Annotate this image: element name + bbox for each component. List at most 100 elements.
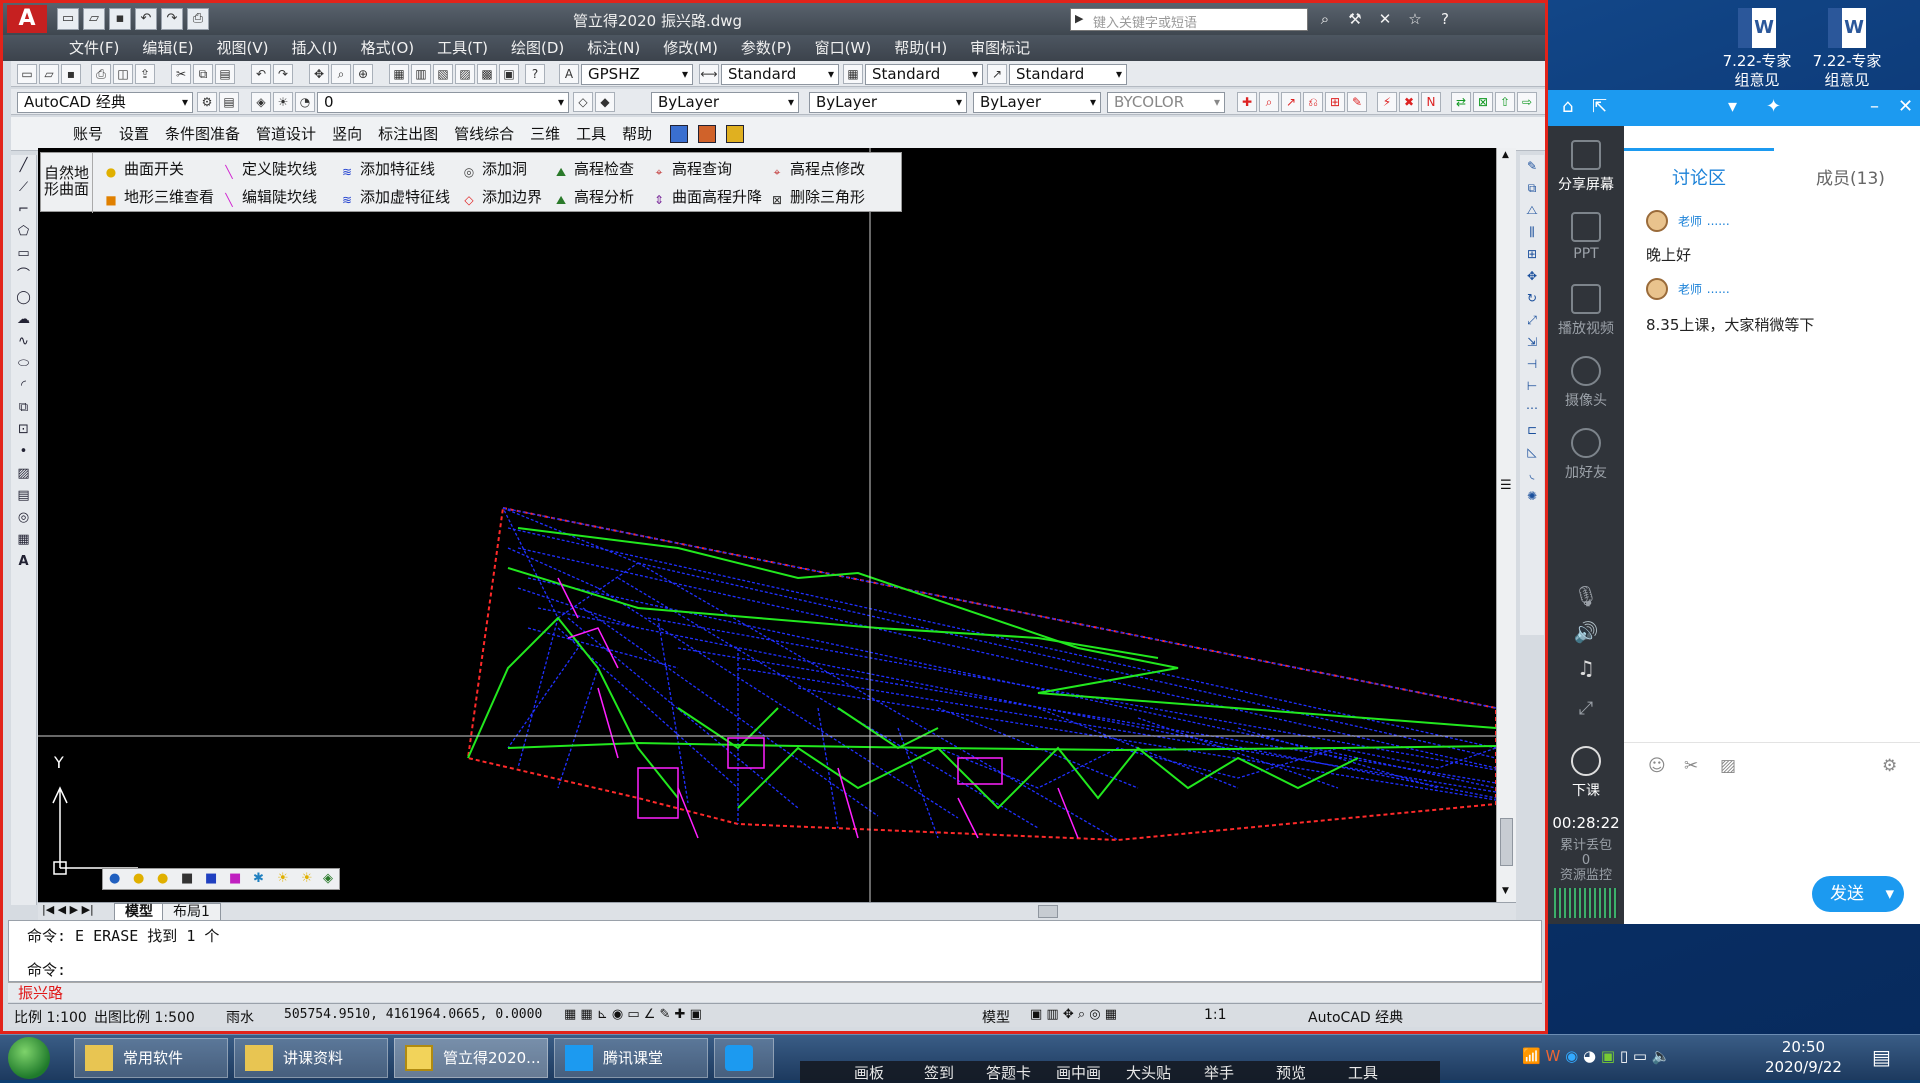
toolpalette-icon[interactable]: ▧ — [433, 64, 453, 84]
split-icon[interactable]: ☰ — [1500, 478, 1512, 493]
palette-button[interactable]: ⌖ 高程点修改 — [769, 155, 865, 183]
plugin-icon[interactable] — [670, 125, 689, 143]
table-icon[interactable]: ▦ — [11, 529, 36, 551]
image-icon[interactable]: ▨ — [1720, 756, 1736, 776]
horizontal-scroll-thumb[interactable] — [1038, 905, 1058, 918]
table-style-icon[interactable]: ▦ — [843, 64, 863, 84]
command-prompt[interactable]: 命令: — [27, 959, 66, 980]
scale-icon[interactable]: ⤢ — [1520, 309, 1544, 331]
wps-icon[interactable]: W — [1545, 1047, 1560, 1065]
command-window[interactable]: 命令: E ERASE 找到 1 个 命令: — [8, 920, 1542, 982]
mleader-style-icon[interactable]: ↗ — [987, 64, 1007, 84]
network-icon[interactable]: 📶 — [1522, 1047, 1541, 1065]
palette-button[interactable]: ⊠ 删除三角形 — [769, 183, 865, 211]
copy-icon[interactable]: ⧉ — [193, 64, 213, 84]
extend-icon[interactable]: ⊢ — [1520, 375, 1544, 397]
clock[interactable]: 20:50 2020/9/22 — [1765, 1037, 1842, 1077]
ppt-button[interactable]: PPT — [1548, 212, 1624, 262]
color-select[interactable]: ByLayer — [651, 92, 799, 113]
polyline-icon[interactable]: ⌐ — [11, 199, 36, 221]
cad-tool-icon[interactable]: ⊠ — [1473, 92, 1493, 112]
binoculars-icon[interactable]: ⌕ — [1313, 8, 1337, 30]
move-icon[interactable]: ✥ — [1520, 265, 1544, 287]
menu-item[interactable]: 标注(N) — [581, 35, 657, 61]
help-search-input[interactable]: ▶ 键入关键字或短语 — [1070, 8, 1308, 31]
plugin-icon[interactable] — [698, 125, 717, 143]
pan-icon[interactable]: ✥ — [309, 64, 329, 84]
plot-icon[interactable]: ⎙ — [187, 8, 209, 30]
cad-tool-icon[interactable]: ✖ — [1399, 92, 1419, 112]
bulb-icon[interactable]: ● — [109, 871, 120, 886]
plot-scale-readout[interactable]: 出图比例 1:500 — [94, 1007, 195, 1027]
notification-icon[interactable]: ▤ — [1872, 1045, 1891, 1069]
cad-tool-icon[interactable]: ⇄ — [1451, 92, 1471, 112]
arc-icon[interactable]: ⌒ — [11, 265, 36, 287]
palette-button[interactable]: ⌖ 高程查询 — [651, 155, 732, 183]
plugin-menu-item[interactable]: 管线综合 — [446, 117, 522, 150]
gear-icon[interactable]: ⚙ — [197, 92, 217, 112]
menu-item[interactable]: 窗口(W) — [809, 35, 889, 61]
palette-button[interactable]: ⇕ 曲面高程升降 — [651, 183, 762, 211]
tray-icon[interactable]: ◉ — [1565, 1047, 1578, 1065]
lock-icon[interactable]: ■ — [205, 871, 217, 886]
speaker-icon[interactable]: 🔊 — [1548, 620, 1624, 644]
star-icon[interactable]: ☆ — [1403, 8, 1427, 30]
close-icon[interactable]: ✕ — [1898, 96, 1913, 117]
designcenter-icon[interactable]: ▥ — [411, 64, 431, 84]
tools-icon[interactable]: ⚒ — [1343, 8, 1367, 30]
layout-view-icons[interactable]: ▣ ▥ ✥ ⌕ ◎ ▦ — [1030, 1007, 1117, 1022]
tab-model[interactable]: 模型 — [114, 903, 164, 921]
print-icon[interactable]: ⎙ — [91, 64, 111, 84]
ellipse-icon[interactable]: ⬭ — [11, 353, 36, 375]
layers-icon[interactable]: ◈ — [323, 871, 333, 886]
workspace-switch[interactable]: AutoCAD 经典 — [1308, 1007, 1403, 1027]
paste-icon[interactable]: ▤ — [215, 64, 235, 84]
camera-button[interactable]: 摄像头 — [1548, 356, 1624, 410]
chevron-down-icon[interactable]: ▾ — [1728, 96, 1737, 117]
lock-icon[interactable]: ■ — [181, 871, 193, 886]
plugin-menu-item[interactable]: 竖向 — [324, 117, 370, 150]
rectangle-icon[interactable]: ▭ — [11, 243, 36, 265]
make-current-icon[interactable]: ◇ — [573, 92, 593, 112]
line-icon[interactable]: ╱ — [11, 155, 36, 177]
palette-button[interactable]: ◇ 添加边界 — [461, 183, 542, 211]
model-space-label[interactable]: 模型 — [982, 1007, 1010, 1027]
open-icon[interactable]: ▱ — [39, 64, 59, 84]
hatch-icon[interactable]: ▨ — [11, 463, 36, 485]
home-icon[interactable]: ⌂ — [1562, 96, 1573, 117]
minimize-icon[interactable]: – — [1870, 96, 1879, 117]
scroll-up-icon[interactable]: ▲ — [1502, 150, 1509, 160]
point-icon[interactable]: • — [11, 441, 36, 463]
trim-icon[interactable]: ⊣ — [1520, 353, 1544, 375]
avatar[interactable] — [1646, 210, 1668, 232]
plugin-menu-item[interactable]: 工具 — [568, 117, 614, 150]
properties-icon[interactable]: ▦ — [389, 64, 409, 84]
ellipse-arc-icon[interactable]: ◜ — [11, 375, 36, 397]
plotstyle-select[interactable]: BYCOLOR — [1107, 92, 1225, 113]
drafting-toggles[interactable]: ▦ ▦ ⊾ ◉ ▭ ∠ ✎ ✚ ▣ — [564, 1007, 702, 1022]
break-icon[interactable]: ⋯ — [1520, 397, 1544, 419]
redo-icon[interactable]: ↷ — [273, 64, 293, 84]
gradient-icon[interactable]: ▤ — [11, 485, 36, 507]
menu-item[interactable]: 绘图(D) — [505, 35, 581, 61]
revcloud-icon[interactable]: ☁ — [11, 309, 36, 331]
qq-icon[interactable]: ◕ — [1583, 1047, 1596, 1065]
make-block-icon[interactable]: ⊡ — [11, 419, 36, 441]
palette-button[interactable]: ◎ 添加洞 — [461, 155, 527, 183]
tab-layout1[interactable]: 布局1 — [162, 903, 221, 921]
palette-button[interactable]: ■ 地形三维查看 — [103, 183, 214, 211]
tab-nav-icons[interactable]: |◀ ◀ ▶ ▶| — [42, 903, 94, 916]
exchange-icon[interactable]: ✕ — [1373, 8, 1397, 30]
undo-icon[interactable]: ↶ — [135, 8, 157, 30]
plugin-menu-item[interactable]: 标注出图 — [370, 117, 446, 150]
region-icon[interactable]: ◎ — [11, 507, 36, 529]
undo-icon[interactable]: ↶ — [251, 64, 271, 84]
workspace-select[interactable]: AutoCAD 经典 — [17, 92, 193, 113]
fillet-icon[interactable]: ◟ — [1520, 463, 1544, 485]
text-style-icon[interactable]: A — [559, 64, 579, 84]
palette-button[interactable]: ⛰ 高程检查 — [553, 155, 634, 183]
zoom-window-icon[interactable]: ⊕ — [353, 64, 373, 84]
menu-item[interactable]: 格式(O) — [355, 35, 432, 61]
cad-tool-icon[interactable]: ↗ — [1281, 92, 1301, 112]
help-icon[interactable]: ? — [1433, 8, 1457, 30]
